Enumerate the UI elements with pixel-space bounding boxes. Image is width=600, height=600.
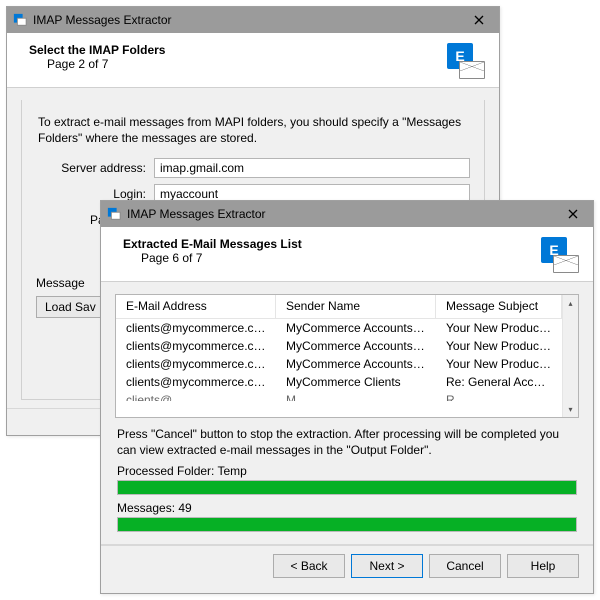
column-sender[interactable]: Sender Name [276,295,436,318]
messages-list[interactable]: E-Mail Address Sender Name Message Subje… [115,294,579,418]
exchange-icon: E [535,237,579,273]
scroll-track[interactable] [563,311,578,401]
cell-email: clients@mycommerce.com [116,319,276,337]
app-icon [107,207,121,221]
close-button[interactable] [459,7,499,33]
server-field-row: Server address: [36,158,470,178]
list-row[interactable]: clients@…M…R… [116,391,562,401]
cell-email: clients@mycommerce.com [116,355,276,373]
app-icon [13,13,27,27]
wizard-button-row: < Back Next > Cancel Help [101,545,593,588]
list-row[interactable]: clients@mycommerce.comMyCommerce Account… [116,355,562,373]
cell-sender: M… [276,391,436,401]
wizard-heading: Select the IMAP Folders [29,43,441,57]
status-text: Press "Cancel" button to stop the extrac… [117,426,577,458]
help-button[interactable]: Help [507,554,579,578]
close-icon [474,15,484,25]
wizard-header: Select the IMAP Folders Page 2 of 7 E [7,33,499,88]
messages-count-label: Messages: 49 [117,501,577,515]
list-row[interactable]: clients@mycommerce.comMyCommerce Account… [116,319,562,337]
titlebar[interactable]: IMAP Messages Extractor [7,7,499,33]
folder-progress [117,480,577,495]
cell-subject: Your New Product Advan... [436,355,562,373]
cell-subject: R… [436,391,562,401]
wizard-heading: Extracted E-Mail Messages List [123,237,535,251]
list-row[interactable]: clients@mycommerce.comMyCommerce Account… [116,337,562,355]
scroll-down-icon[interactable]: ▾ [563,401,578,417]
cell-email: clients@… [116,391,276,401]
cancel-button[interactable]: Cancel [429,554,501,578]
window-title: IMAP Messages Extractor [33,13,459,27]
messages-label: Message [36,276,106,290]
wizard-page: Page 2 of 7 [29,57,441,71]
cell-sender: MyCommerce Accounts D... [276,337,436,355]
messages-progress [117,517,577,532]
cell-email: clients@mycommerce.com [116,337,276,355]
server-input[interactable] [154,158,470,178]
column-email[interactable]: E-Mail Address [116,295,276,318]
processed-folder-label: Processed Folder: Temp [117,464,577,478]
cell-sender: MyCommerce Clients [276,373,436,391]
close-icon [568,209,578,219]
back-button[interactable]: < Back [273,554,345,578]
close-button[interactable] [553,201,593,227]
load-saved-button[interactable]: Load Sav [36,296,105,318]
list-header: E-Mail Address Sender Name Message Subje… [116,295,562,319]
server-label: Server address: [36,161,154,175]
list-row[interactable]: clients@mycommerce.comMyCommerce Clients… [116,373,562,391]
vertical-scrollbar[interactable]: ▴ ▾ [562,295,578,417]
titlebar[interactable]: IMAP Messages Extractor [101,201,593,227]
cell-subject: Your New Product Advan... [436,337,562,355]
cell-subject: Re: General Account Que... [436,373,562,391]
scroll-up-icon[interactable]: ▴ [563,295,578,311]
wizard-page: Page 6 of 7 [123,251,535,265]
wizard-window-extracted-list: IMAP Messages Extractor Extracted E-Mail… [100,200,594,594]
next-button[interactable]: Next > [351,554,423,578]
instruction-text: To extract e-mail messages from MAPI fol… [38,114,470,146]
wizard-header: Extracted E-Mail Messages List Page 6 of… [101,227,593,282]
cell-sender: MyCommerce Accounts D... [276,355,436,373]
exchange-icon: E [441,43,485,79]
cell-sender: MyCommerce Accounts D... [276,319,436,337]
window-title: IMAP Messages Extractor [127,207,553,221]
cell-email: clients@mycommerce.com [116,373,276,391]
cell-subject: Your New Product Advan... [436,319,562,337]
column-subject[interactable]: Message Subject [436,295,562,318]
